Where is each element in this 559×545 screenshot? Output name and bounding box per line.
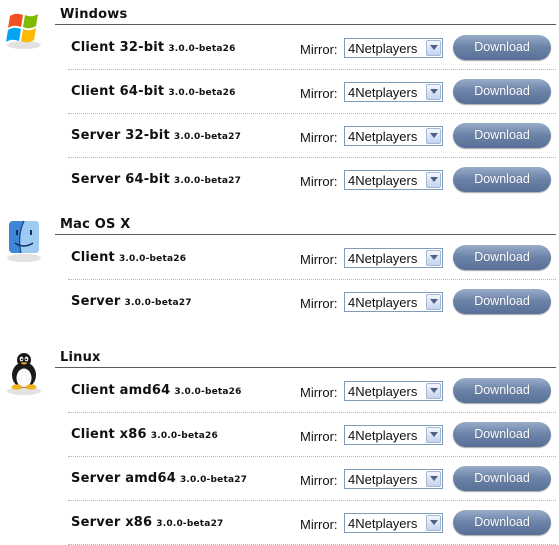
chevron-down-icon[interactable] [426, 515, 441, 531]
package-name: Server x86 [71, 515, 153, 530]
mac-finder-icon [4, 217, 44, 263]
mirror-selected-value: 4Netplayers [348, 41, 418, 56]
chevron-down-icon[interactable] [426, 128, 441, 144]
download-row: Server 32-bit 3.0.0-beta27 Mirror: 4Netpl… [68, 114, 556, 158]
chevron-down-icon[interactable] [426, 40, 441, 56]
mirror-label: Mirror: [300, 130, 338, 145]
download-row: Client 64-bit 3.0.0-beta26 Mirror: 4Netpl… [68, 70, 556, 114]
download-button[interactable]: Download [453, 123, 551, 148]
package-name: Server amd64 [71, 471, 176, 486]
mirror-selected-value: 4Netplayers [348, 85, 418, 100]
download-button[interactable]: Download [453, 245, 551, 270]
package-name: Server 32-bit [71, 128, 170, 143]
download-button[interactable]: Download [453, 378, 551, 403]
mirror-selected-value: 4Netplayers [348, 472, 418, 487]
chevron-down-icon[interactable] [426, 294, 441, 310]
chevron-down-icon[interactable] [426, 250, 441, 266]
package-version: 3.0.0-beta26 [150, 431, 218, 441]
chevron-down-icon[interactable] [426, 172, 441, 188]
section-title: Windows [60, 7, 128, 22]
download-button[interactable]: Download [453, 510, 551, 535]
mirror-select[interactable]: 4Netplayers [344, 82, 443, 102]
mirror-selected-value: 4Netplayers [348, 428, 418, 443]
package-name: Client x86 [71, 427, 147, 442]
download-button[interactable]: Download [453, 79, 551, 104]
linux-tux-icon [4, 350, 44, 396]
chevron-down-icon[interactable] [426, 471, 441, 487]
mirror-label: Mirror: [300, 296, 338, 311]
package-name: Client 64-bit [71, 84, 165, 99]
package-version: 3.0.0-beta27 [124, 298, 192, 308]
download-row: Client 32-bit 3.0.0-beta26 Mirror: 4Netpl… [68, 26, 556, 70]
mirror-label: Mirror: [300, 429, 338, 444]
package-name: Client 32-bit [71, 40, 165, 55]
download-button[interactable]: Download [453, 466, 551, 491]
mirror-select[interactable]: 4Netplayers [344, 513, 443, 533]
mirror-selected-value: 4Netplayers [348, 251, 418, 266]
mirror-label: Mirror: [300, 473, 338, 488]
download-row: Server 3.0.0-beta27 Mirror: 4Netplayers D… [68, 280, 556, 324]
mirror-label: Mirror: [300, 517, 338, 532]
package-name: Server [71, 294, 121, 309]
package-version: 3.0.0-beta27 [156, 519, 224, 529]
section-title: Linux [60, 350, 101, 365]
mirror-select[interactable]: 4Netplayers [344, 248, 443, 268]
mirror-select[interactable]: 4Netplayers [344, 425, 443, 445]
mirror-select[interactable]: 4Netplayers [344, 292, 443, 312]
package-version: 3.0.0-beta27 [179, 475, 248, 485]
download-row: Client amd64 3.0.0-beta26 Mirror: 4Netpla… [68, 369, 556, 413]
chevron-down-icon[interactable] [426, 84, 441, 100]
package-version: 3.0.0-beta26 [118, 254, 187, 264]
download-row: Client 3.0.0-beta26 Mirror: 4Netplayers D… [68, 236, 556, 280]
mirror-selected-value: 4Netplayers [348, 173, 418, 188]
mirror-label: Mirror: [300, 174, 338, 189]
mirror-selected-value: 4Netplayers [348, 295, 418, 310]
download-row: Server x86 3.0.0-beta27 Mirror: 4Netplaye… [68, 501, 556, 545]
section-divider [55, 234, 556, 235]
mirror-label: Mirror: [300, 42, 338, 57]
mirror-select[interactable]: 4Netplayers [344, 170, 443, 190]
mirror-select[interactable]: 4Netplayers [344, 381, 443, 401]
mirror-label: Mirror: [300, 252, 338, 267]
chevron-down-icon[interactable] [426, 427, 441, 443]
mirror-selected-value: 4Netplayers [348, 129, 418, 144]
download-button[interactable]: Download [453, 35, 551, 60]
mirror-selected-value: 4Netplayers [348, 516, 418, 531]
package-name: Client amd64 [71, 383, 171, 398]
download-button[interactable]: Download [453, 289, 551, 314]
package-name: Server 64-bit [71, 172, 170, 187]
section-divider [55, 24, 556, 25]
package-version: 3.0.0-beta27 [173, 132, 242, 142]
section-divider [55, 367, 556, 368]
mirror-select[interactable]: 4Netplayers [344, 38, 443, 58]
package-version: 3.0.0-beta26 [168, 44, 236, 54]
download-button[interactable]: Download [453, 167, 551, 192]
download-row: Server 64-bit 3.0.0-beta27 Mirror: 4Netpl… [68, 158, 556, 202]
section-title: Mac OS X [60, 217, 131, 232]
package-version: 3.0.0-beta27 [173, 176, 242, 186]
mirror-selected-value: 4Netplayers [348, 384, 418, 399]
mirror-label: Mirror: [300, 385, 338, 400]
package-version: 3.0.0-beta26 [168, 88, 236, 98]
download-row: Server amd64 3.0.0-beta27 Mirror: 4Netpla… [68, 457, 556, 501]
download-row: Client x86 3.0.0-beta26 Mirror: 4Netplaye… [68, 413, 556, 457]
windows-logo-icon [4, 7, 44, 53]
package-version: 3.0.0-beta26 [174, 387, 242, 397]
mirror-label: Mirror: [300, 86, 338, 101]
mirror-select[interactable]: 4Netplayers [344, 469, 443, 489]
mirror-select[interactable]: 4Netplayers [344, 126, 443, 146]
chevron-down-icon[interactable] [426, 383, 441, 399]
download-button[interactable]: Download [453, 422, 551, 447]
package-name: Client [71, 250, 115, 265]
